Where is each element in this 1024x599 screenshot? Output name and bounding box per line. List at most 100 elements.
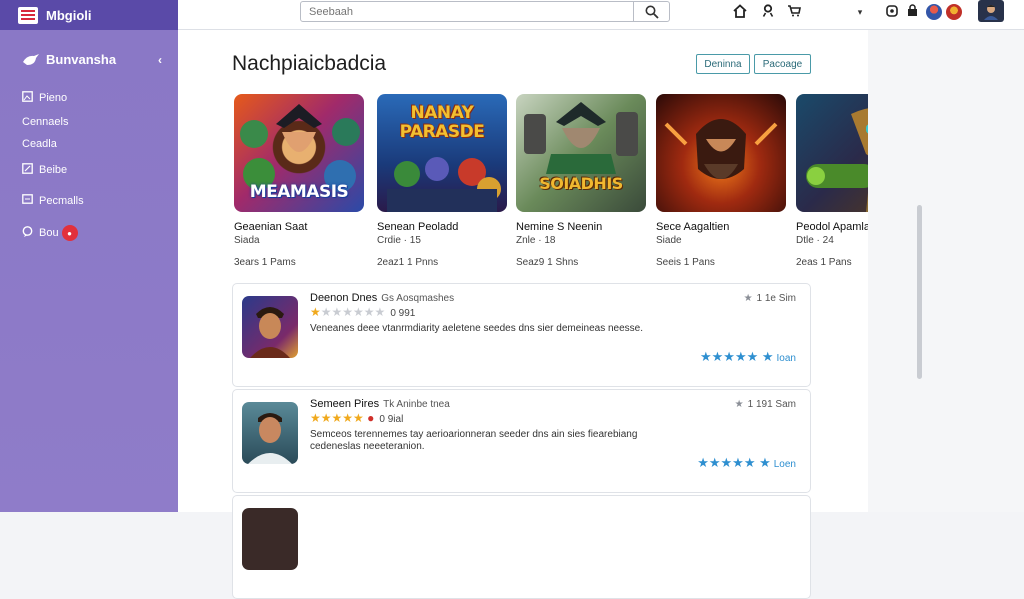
- top-bar: Mbgioli ▾: [0, 0, 1024, 30]
- search-box: [300, 1, 670, 22]
- app-card[interactable]: SOIADHIS Nemine S Neenin Znle · 18 Seaz9…: [516, 94, 646, 268]
- home-icon[interactable]: [730, 3, 750, 21]
- review-rating[interactable]: ★★★★★ ★ Loen: [697, 455, 796, 471]
- review-date-text: 1 191 Sam: [747, 399, 796, 410]
- app-stats: 3ears 1 Pams: [234, 257, 296, 268]
- brand[interactable]: Mbgioli: [0, 0, 178, 30]
- reviewer-avatar: [242, 402, 298, 464]
- review-meta: 0 9ial: [379, 414, 404, 425]
- app-thumbnail-title: MEAMASIS: [249, 182, 349, 202]
- app-name: Geaenian Saat: [234, 221, 308, 233]
- profile-avatar[interactable]: [978, 0, 1004, 22]
- sidebar: Bunvansha ‹ Pieno Cennaels Ceadla Beibe …: [0, 30, 178, 512]
- avatar[interactable]: [926, 4, 942, 20]
- app-name: Nemine S Neenin: [516, 221, 603, 233]
- rating-label: Ioan: [776, 353, 796, 364]
- app-category: Znle · 18: [516, 235, 556, 246]
- review-author: Semeen Pires: [310, 398, 380, 410]
- review-header: Deenon Dnes Gs Aosqmashes: [310, 292, 454, 304]
- sidebar-item-cennaels[interactable]: Cennaels: [22, 116, 68, 128]
- search-icon: [645, 5, 659, 19]
- app-stats: 2eaz1 1 Pnns: [377, 257, 439, 268]
- sidebar-item-label: Bou: [39, 227, 59, 239]
- search-input[interactable]: [301, 2, 633, 21]
- app-thumbnail: NANAY PARASDE: [377, 94, 507, 212]
- bird-icon: [23, 53, 39, 65]
- sidebar-item-label: Pecmalls: [39, 194, 84, 207]
- award-icon: ●: [367, 411, 375, 425]
- review-header: Semeen Pires Tk Aninbe tnea: [310, 398, 450, 410]
- sidebar-item-bou[interactable]: Bou ●: [22, 225, 78, 241]
- sidebar-item-pieno[interactable]: Pieno: [22, 91, 67, 105]
- app-category: Dtle · 24: [796, 235, 834, 246]
- chevron-left-icon[interactable]: ‹: [158, 53, 162, 67]
- app-category: Siada: [234, 235, 260, 246]
- cart-icon[interactable]: [784, 4, 804, 20]
- star-icon: ★: [743, 293, 753, 304]
- sidebar-item-label: Cennaels: [22, 116, 69, 128]
- sidebar-item-beibe[interactable]: Beibe: [22, 163, 67, 177]
- app-thumbnail: MEAMASIS: [234, 94, 364, 212]
- app-name: Sece Aagaltien: [656, 221, 730, 233]
- app-card[interactable]: Sece Aagaltien Siade Seeis 1 Pans: [656, 94, 786, 268]
- rating-label: Loen: [773, 459, 796, 470]
- review-stars: ★★★★★★★ 0 991: [310, 305, 416, 319]
- review-item[interactable]: Deenon Dnes Gs Aosqmashes ★★★★★★★ 0 991 Ve…: [232, 283, 811, 387]
- app-name: Peodol Apamlan: [796, 221, 877, 233]
- app-thumbnail-title: SOIADHIS: [539, 174, 623, 193]
- sidebar-item-label: Ceadla: [22, 138, 57, 150]
- main-content: Nachpiaicbadcia Deninna Pacoage MEAMASIS…: [178, 30, 926, 599]
- secondary-button[interactable]: Pacoage: [754, 54, 811, 74]
- review-date-text: 1 1e Sim: [756, 293, 796, 304]
- brand-name: Mbgioli: [46, 7, 92, 23]
- review-author: Deenon Dnes: [310, 292, 378, 304]
- sidebar-item-label: Beibe: [39, 164, 68, 176]
- app-category: Siade: [656, 235, 682, 246]
- app-stats: Seaz9 1 Shns: [516, 257, 579, 268]
- search-button[interactable]: [633, 2, 669, 21]
- reviewer-avatar: [242, 296, 298, 358]
- top-actions-right: ▾: [850, 3, 962, 21]
- app-card[interactable]: MEAMASIS Geaenian Saat Siada 3ears 1 Pam…: [234, 94, 364, 268]
- sidebar-item-pecmalls[interactable]: Pecmalls: [22, 194, 84, 207]
- sidebar-item-label: Pieno: [39, 92, 68, 104]
- review-rating[interactable]: ★★★★★ ★ Ioan: [700, 349, 796, 365]
- review-date: ★ 1 1e Sim: [744, 293, 796, 304]
- sidebar-title: Bunvansha: [46, 52, 117, 67]
- app-thumbnail: [656, 94, 786, 212]
- app-thumbnail: SOIADHIS: [516, 94, 646, 212]
- app-thumbnail-title: NANAY PARASDE: [399, 103, 485, 142]
- sidebar-header[interactable]: Bunvansha ‹: [22, 52, 162, 67]
- settings-icon[interactable]: [882, 4, 902, 20]
- reviewer-avatar: [242, 508, 298, 570]
- review-stars: ★★★★★ ● 0 9ial: [310, 411, 404, 425]
- app-card[interactable]: NANAY PARASDE Senean Peoladd Crdie · 15 …: [377, 94, 507, 268]
- app-name: Senean Peoladd: [377, 221, 459, 233]
- review-subtitle: Gs Aosqmashes: [381, 293, 455, 304]
- review-text: Semceos terennemes tay aerioarionneran s…: [310, 429, 638, 452]
- menu-icon: [18, 6, 38, 24]
- avatar[interactable]: [946, 4, 962, 20]
- scrollbar[interactable]: [917, 205, 922, 379]
- image-icon: [22, 91, 34, 105]
- notification-badge: ●: [61, 225, 78, 241]
- list-icon: [22, 194, 34, 207]
- review-item[interactable]: Semeen Pires Tk Aninbe tnea ★★★★★ ● 0 9ial…: [232, 389, 811, 493]
- app-category: Crdie · 15: [377, 235, 421, 246]
- review-date: ★ 1 191 Sam: [735, 399, 796, 410]
- dropdown-icon[interactable]: ▾: [850, 7, 870, 18]
- review-subtitle: Tk Aninbe tnea: [383, 399, 450, 410]
- user-icon[interactable]: [758, 4, 778, 20]
- chat-icon: [22, 226, 34, 240]
- lock-icon[interactable]: [902, 4, 922, 20]
- app-stats: Seeis 1 Pans: [656, 257, 715, 268]
- review-meta: 0 991: [390, 308, 416, 319]
- review-item[interactable]: [232, 495, 811, 599]
- page-title: Nachpiaicbadcia: [232, 52, 387, 75]
- right-panel: [868, 30, 1024, 512]
- app-stats: 2eas 1 Pans: [796, 257, 852, 268]
- top-actions: [730, 3, 804, 21]
- edit-icon: [22, 163, 34, 177]
- primary-button[interactable]: Deninna: [696, 54, 750, 74]
- sidebar-item-ceadla[interactable]: Ceadla: [22, 138, 57, 150]
